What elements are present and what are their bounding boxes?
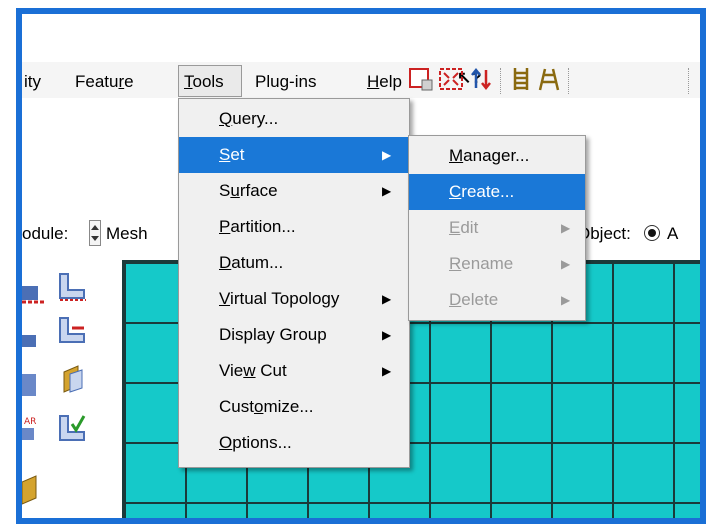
tools-menu-surface[interactable]: Surface ▶ xyxy=(179,173,409,209)
submenu-arrow-icon: ▶ xyxy=(382,364,392,378)
tools-menu-partition[interactable]: Partition... xyxy=(179,209,409,245)
tools-menu-options[interactable]: Options... xyxy=(179,425,409,461)
svg-text:AR: AR xyxy=(24,417,36,427)
submenu-arrow-icon: ▶ xyxy=(382,148,392,162)
tools-menu-query[interactable]: Query... xyxy=(179,101,409,137)
assign-mesh-controls-icon[interactable] xyxy=(56,364,88,396)
seed-edge-icon[interactable] xyxy=(22,276,54,308)
menu-bar: ity Feature Tools Plug-ins Help ↖? xyxy=(22,62,700,98)
module-label: odule: xyxy=(22,224,69,243)
mesh-region-icon[interactable] xyxy=(56,314,88,346)
tools-menu-set[interactable]: Set ▶ xyxy=(179,137,409,173)
menu-item-plugins[interactable]: Plug-ins xyxy=(255,70,316,94)
toolbar-separator xyxy=(500,68,502,94)
sort-arrows-icon[interactable] xyxy=(468,66,494,92)
submenu-arrow-icon: ▶ xyxy=(382,328,392,342)
screenshot-frame: ity Feature Tools Plug-ins Help ↖? odule… xyxy=(16,8,706,524)
object-radio-button[interactable] xyxy=(644,225,660,241)
element-type-icon[interactable] xyxy=(22,370,54,402)
submenu-arrow-icon: ▶ xyxy=(382,184,392,198)
submenu-arrow-icon: ▶ xyxy=(561,293,571,307)
menu-item-tools[interactable]: Tools xyxy=(184,70,224,94)
menu-item-feature[interactable]: Feature xyxy=(75,70,134,94)
submenu-arrow-icon: ▶ xyxy=(561,257,571,271)
stand-icon[interactable] xyxy=(536,66,562,92)
toolbar-separator xyxy=(688,68,690,94)
submenu-arrow-icon: ▶ xyxy=(561,221,571,235)
tools-menu-virtual-topology[interactable]: Virtual Topology ▶ xyxy=(179,281,409,317)
set-submenu: Manager... Create... Edit ▶ Rename ▶ Del… xyxy=(408,135,586,321)
select-box-icon[interactable] xyxy=(408,66,434,92)
tools-dropdown-menu: Query... Set ▶ Surface ▶ Partition... Da… xyxy=(178,98,410,468)
set-menu-create[interactable]: Create... xyxy=(409,174,585,210)
fit-view-icon[interactable] xyxy=(438,66,464,92)
toolbar-separator xyxy=(568,68,570,94)
ladder-icon[interactable] xyxy=(508,66,534,92)
set-menu-edit[interactable]: Edit ▶ xyxy=(409,210,585,246)
check-mesh-icon[interactable] xyxy=(56,412,88,444)
submenu-arrow-icon: ▶ xyxy=(382,292,392,306)
object-value: A xyxy=(667,224,679,243)
tools-menu-datum[interactable]: Datum... xyxy=(179,245,409,281)
set-menu-manager[interactable]: Manager... xyxy=(409,138,585,174)
tools-menu-view-cut[interactable]: View Cut ▶ xyxy=(179,353,409,389)
verify-mesh-icon[interactable]: AR xyxy=(22,412,54,444)
set-menu-rename[interactable]: Rename ▶ xyxy=(409,246,585,282)
menu-item-help[interactable]: Help xyxy=(367,70,402,94)
spinner-arrows-icon xyxy=(91,225,99,241)
menu-item-partial-utility[interactable]: ity xyxy=(24,70,41,94)
tools-menu-display-group[interactable]: Display Group ▶ xyxy=(179,317,409,353)
mesh-part-icon[interactable] xyxy=(22,319,54,351)
seed-part-icon[interactable] xyxy=(56,270,88,302)
tools-menu-customize[interactable]: Customize... xyxy=(179,389,409,425)
set-menu-delete[interactable]: Delete ▶ xyxy=(409,282,585,318)
module-value[interactable]: Mesh xyxy=(106,224,148,244)
partition-cell-icon[interactable] xyxy=(22,474,54,506)
module-spinner[interactable] xyxy=(89,220,101,246)
